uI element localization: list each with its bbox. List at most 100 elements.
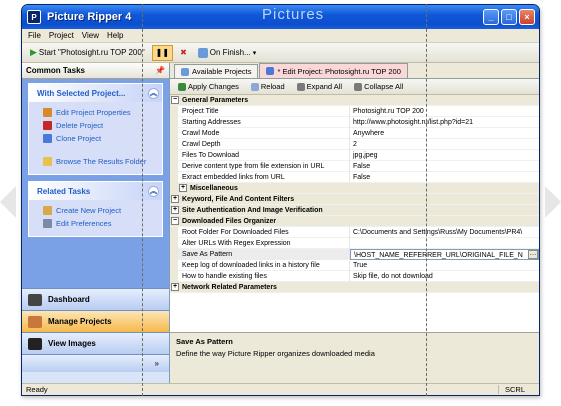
category-keyword-filters[interactable]: + Keyword, File And Content Filters	[170, 194, 539, 205]
tab-edit-project[interactable]: * Edit Project: Photosight.ru TOP 200	[259, 63, 408, 78]
category-label: Downloaded Files Organizer	[182, 217, 277, 225]
property-value[interactable]	[350, 238, 539, 249]
property-name: Starting Addresses	[178, 116, 350, 128]
expand-toggle-icon[interactable]: +	[171, 195, 179, 203]
category-label: Site Authentication And Image Verificati…	[182, 206, 323, 214]
app-window: P Picture Ripper 4 Pictures _ □ × File P…	[21, 4, 540, 396]
expand-toggle-icon[interactable]: +	[171, 206, 179, 214]
dashboard-icon	[28, 293, 42, 306]
property-row[interactable]: Crawl Depth 2	[170, 138, 539, 150]
maximize-button[interactable]: □	[501, 9, 517, 25]
on-finish-label: On Finish...	[209, 48, 251, 57]
menu-project[interactable]: Project	[49, 31, 74, 40]
category-network-parameters[interactable]: + Network Related Parameters	[170, 282, 539, 293]
edit-icon	[266, 67, 275, 75]
task-delete-project[interactable]: Delete Project	[43, 119, 156, 132]
property-row[interactable]: Files To Download jpg,jpeg	[170, 149, 539, 161]
expand-all-button[interactable]: Expand All	[293, 80, 346, 94]
tab-label: Available Projects	[192, 67, 252, 76]
left-pane-header: Common Tasks 📌	[22, 63, 169, 79]
selection-guide-right	[426, 4, 427, 396]
pause-icon: ❚❚	[155, 48, 170, 57]
property-name: Derive content type from file extension …	[178, 160, 350, 172]
collapse-all-button[interactable]: Collapse All	[350, 80, 407, 94]
stop-button[interactable]: ✖	[176, 45, 191, 61]
subcategory-miscellaneous[interactable]: + Miscellaneous	[170, 182, 539, 194]
collapse-icon[interactable]: ︽	[148, 87, 159, 99]
property-row[interactable]: Exract embedded links from URL False	[170, 171, 539, 183]
close-button[interactable]: ×	[519, 9, 535, 25]
nav-label: View Images	[48, 339, 96, 348]
nav-dashboard[interactable]: Dashboard	[22, 288, 169, 310]
menu-help[interactable]: Help	[107, 31, 123, 40]
property-row[interactable]: Crawl Mode Anywhere	[170, 127, 539, 139]
property-value[interactable]: Skip file, do not download	[350, 271, 539, 282]
screenshot-stage: P Picture Ripper 4 Pictures _ □ × File P…	[0, 0, 561, 406]
collapse-toggle-icon[interactable]: −	[171, 96, 179, 104]
property-row[interactable]: Starting Addresses http://www.photosight.…	[170, 116, 539, 128]
property-value[interactable]: Photosight.ru TOP 200	[350, 106, 539, 117]
nav-overflow-button[interactable]: »	[22, 354, 169, 372]
task-clone-project[interactable]: Clone Project	[43, 132, 156, 145]
category-site-authentication[interactable]: + Site Authentication And Image Verificat…	[170, 205, 539, 216]
collapse-icon[interactable]: ︽	[148, 185, 159, 197]
tab-available-projects[interactable]: Available Projects	[174, 64, 259, 78]
property-value[interactable]: http://www.photosight.ru/list.php?id=21	[350, 117, 539, 128]
property-name: Keep log of downloaded links in a histor…	[178, 259, 350, 271]
start-button[interactable]: ▶ Start "Photosight.ru TOP 200"	[26, 45, 149, 61]
next-arrow-icon[interactable]	[545, 186, 561, 218]
delete-icon	[43, 121, 52, 130]
expand-toggle-icon[interactable]: +	[171, 283, 179, 291]
expand-icon	[296, 82, 305, 91]
property-value[interactable]: False	[350, 161, 539, 172]
property-value[interactable]: True	[350, 260, 539, 271]
ellipsis-button[interactable]: …	[528, 249, 538, 259]
property-value[interactable]: Anywhere	[350, 128, 539, 139]
play-icon: ▶	[30, 47, 37, 57]
on-finish-button[interactable]: On Finish... ▾	[194, 45, 260, 61]
task-create-new-project[interactable]: Create New Project	[43, 204, 156, 217]
property-name: Project Title	[178, 105, 350, 117]
minimize-button[interactable]: _	[483, 9, 499, 25]
task-edit-preferences[interactable]: Edit Preferences	[43, 217, 156, 230]
category-label: Miscellaneous	[190, 184, 238, 192]
reload-icon	[250, 82, 259, 91]
property-row[interactable]: Keep log of downloaded links in a histor…	[170, 259, 539, 271]
property-name: Files To Download	[178, 149, 350, 161]
status-bar: Ready SCRL	[22, 383, 539, 395]
expand-toggle-icon[interactable]: +	[179, 184, 187, 192]
stop-icon: ✖	[180, 48, 187, 57]
menu-view[interactable]: View	[82, 31, 99, 40]
property-row[interactable]: Derive content type from file extension …	[170, 160, 539, 172]
previous-arrow-icon[interactable]	[0, 186, 16, 218]
property-value[interactable]: False	[350, 172, 539, 183]
property-row[interactable]: How to handle existing files Skip file, d…	[170, 270, 539, 282]
property-value-editor[interactable]: \HOST_NAME_REFERRER_URL\ORIGINAL_FILE_N …	[350, 248, 539, 260]
pin-icon[interactable]: 📌	[155, 66, 165, 75]
property-value[interactable]: jpg,jpeg	[350, 150, 539, 161]
status-text: Ready	[26, 385, 48, 394]
property-row[interactable]: Alter URLs With Regex Expression	[170, 237, 539, 249]
property-row-selected[interactable]: Save As Pattern \HOST_NAME_REFERRER_URL\O…	[170, 248, 539, 260]
category-general-parameters[interactable]: − General Parameters	[170, 95, 539, 106]
task-edit-project-properties[interactable]: Edit Project Properties	[43, 106, 156, 119]
property-value[interactable]: \HOST_NAME_REFERRER_URL\ORIGINAL_FILE_N	[354, 252, 523, 259]
category-downloaded-files-organizer[interactable]: − Downloaded Files Organizer	[170, 216, 539, 227]
nav-view-images[interactable]: View Images	[22, 332, 169, 354]
property-row[interactable]: Project Title Photosight.ru TOP 200	[170, 105, 539, 117]
apply-changes-button[interactable]: Apply Changes	[174, 80, 243, 94]
property-value[interactable]: 2	[350, 139, 539, 150]
property-value[interactable]: C:\Documents and Settings\Russ\My Docume…	[350, 227, 539, 238]
pause-button[interactable]: ❚❚	[151, 44, 174, 61]
nav-manage-projects[interactable]: Manage Projects	[22, 310, 169, 332]
button-label: Apply Changes	[188, 82, 239, 91]
left-pane-title: Common Tasks	[26, 66, 85, 75]
task-browse-results-folder[interactable]: Browse The Results Folder	[43, 155, 156, 168]
task-label: Delete Project	[56, 121, 104, 130]
reload-button[interactable]: Reload	[247, 80, 289, 94]
menu-file[interactable]: File	[28, 31, 41, 40]
apply-icon	[178, 82, 186, 91]
property-name: How to handle existing files	[178, 270, 350, 282]
collapse-toggle-icon[interactable]: −	[171, 217, 179, 225]
property-row[interactable]: Root Folder For Downloaded Files C:\Docum…	[170, 226, 539, 238]
